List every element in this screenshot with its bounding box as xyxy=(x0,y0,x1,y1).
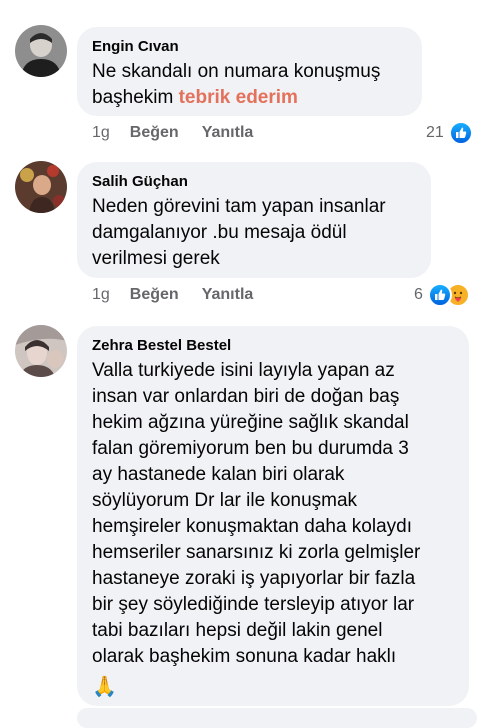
comment-text-line: ay hastanede kalan biri olarak xyxy=(92,464,345,485)
comment-actions: 1g Beğen Yanıtla xyxy=(92,286,253,304)
like-icon xyxy=(448,121,473,145)
next-comment-bubble xyxy=(77,708,477,728)
comment-text-line: falan göremiyorum ben bu durumda 3 xyxy=(92,438,409,459)
reply-button[interactable]: Yanıtla xyxy=(202,124,254,142)
like-button[interactable]: Beğen xyxy=(130,124,179,142)
like-icon xyxy=(427,283,452,307)
comment-text-line: hastaneye zoraki iş yapıyorlar bir fazla xyxy=(92,568,416,589)
avatar[interactable] xyxy=(15,161,67,213)
comment-bubble: Engin Cıvan Ne skandalı on numara konuşm… xyxy=(77,27,422,116)
comment-text-line: bir şey söylediğinde tersleyip atıyor la… xyxy=(92,594,415,615)
comment-author[interactable]: Salih Güçhan xyxy=(92,172,417,191)
like-button[interactable]: Beğen xyxy=(130,286,179,304)
comment-text-line: tabi bazıları hepsi değil lakin genel xyxy=(92,620,383,641)
comment-text-line: Neden görevini tam yapan insanlar xyxy=(92,196,386,217)
comment-text-line: söylüyorum Dr lar ile konuşmak xyxy=(92,490,358,511)
comment-bubble: Salih Güçhan Neden görevini tam yapan in… xyxy=(77,162,431,278)
comment-author[interactable]: Zehra Bestel Bestel xyxy=(92,336,455,355)
reply-button[interactable]: Yanıtla xyxy=(202,286,254,304)
comment-text-line: verilmesi gerek xyxy=(92,248,220,269)
comment-text-prefix: başhekim xyxy=(92,87,179,108)
comment-text: Neden görevini tam yapan insanlar damgal… xyxy=(92,194,417,272)
reaction-count: 21 xyxy=(426,124,444,141)
comment-text: Ne skandalı on numara konuşmuş başhekim … xyxy=(92,59,408,111)
comment-text-line: hekim ağzına yüreğine sağlık skandal xyxy=(92,412,409,433)
comment-text-line: hemseriler sanarsınız ki zorla gelmişler xyxy=(92,542,421,563)
comment-timestamp[interactable]: 1g xyxy=(92,286,110,304)
comment-text-line: hemşireler konuşmaktan daha kolaydı xyxy=(92,516,413,537)
reaction-count: 6 xyxy=(414,286,423,303)
comment-text-line: Ne skandalı on numara konuşmuş xyxy=(92,61,381,82)
comment-author[interactable]: Engin Cıvan xyxy=(92,37,408,56)
comment-text: Valla turkiyede isini layıyla yapan az i… xyxy=(92,358,455,700)
avatar[interactable] xyxy=(15,25,67,77)
reactions-summary[interactable]: 21 xyxy=(426,121,473,145)
avatar[interactable] xyxy=(15,325,67,377)
folded-hands-emoji: 🙏 xyxy=(92,676,117,698)
comment-bubble: Zehra Bestel Bestel Valla turkiyede isin… xyxy=(77,326,469,706)
highlighted-text: tebrik ederim xyxy=(178,87,298,108)
comment-timestamp[interactable]: 1g xyxy=(92,124,110,142)
comment-text-line: Valla turkiyede isini layıyla yapan az xyxy=(92,360,395,381)
comment-actions: 1g Beğen Yanıtla xyxy=(92,124,253,142)
comment-text-line: olarak başhekim sonuna kadar haklı xyxy=(92,646,397,667)
comment-text-line: damgalanıyor .bu mesaja ödül xyxy=(92,222,347,243)
comment-text-line: insan var onlardan biri de doğan baş xyxy=(92,386,400,407)
comment-text-line: başhekim tebrik ederim xyxy=(92,85,408,111)
reactions-summary[interactable]: 6 xyxy=(414,283,470,307)
